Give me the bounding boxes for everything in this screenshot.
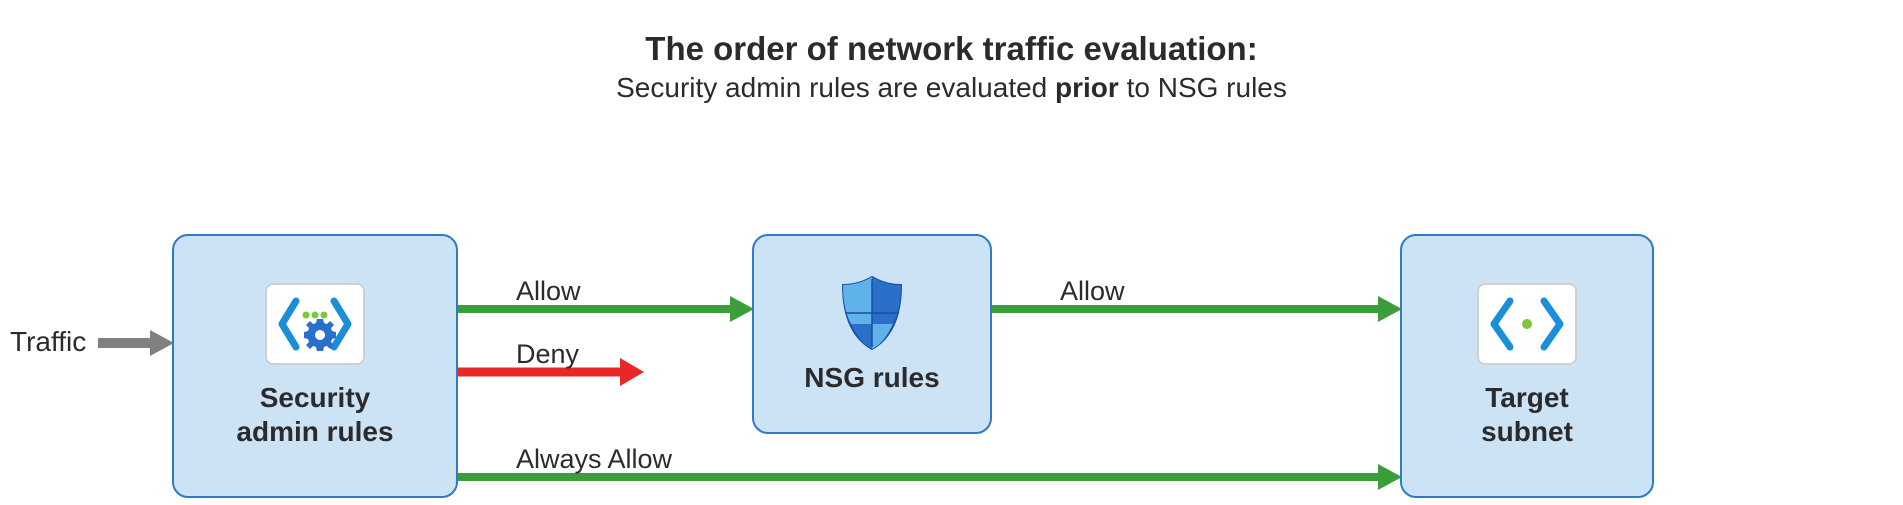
traffic-label: Traffic — [10, 326, 86, 358]
vnet-gear-icon — [276, 293, 354, 355]
allow-label-1: Allow — [516, 276, 581, 307]
target-icon-container — [1477, 283, 1577, 365]
vnet-icon — [1488, 293, 1566, 355]
security-admin-rules-box: Security admin rules — [172, 234, 458, 498]
diagram-subtitle: Security admin rules are evaluated prior… — [0, 72, 1903, 104]
allow-arrow-2 — [992, 294, 1402, 324]
diagram-canvas: Traffic Security — [0, 104, 1903, 504]
nsg-icon-container — [837, 273, 907, 353]
shield-icon — [837, 273, 907, 353]
deny-label: Deny — [516, 339, 579, 370]
allow-arrow-1 — [458, 294, 754, 324]
security-admin-icon-container — [265, 283, 365, 365]
security-admin-label: Security admin rules — [236, 381, 393, 448]
target-subnet-box: Target subnet — [1400, 234, 1654, 498]
header: The order of network traffic evaluation:… — [0, 0, 1903, 104]
allow-label-2: Allow — [1060, 276, 1125, 307]
diagram-title: The order of network traffic evaluation: — [0, 30, 1903, 68]
traffic-arrow — [98, 328, 174, 358]
nsg-label: NSG rules — [804, 361, 939, 395]
always-allow-label: Always Allow — [516, 444, 672, 475]
target-label: Target subnet — [1481, 381, 1573, 448]
nsg-rules-box: NSG rules — [752, 234, 992, 434]
